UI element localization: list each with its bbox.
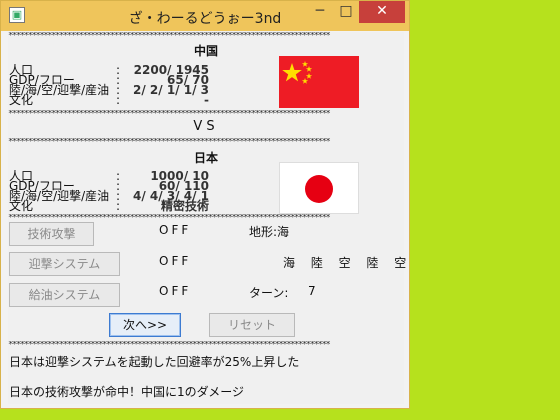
refuel-system-button[interactable]: 給油システム bbox=[9, 283, 120, 307]
game-panel: ****************************************… bbox=[8, 32, 406, 404]
country2-culture-value: 精密技術 bbox=[160, 199, 209, 213]
separator: ****************************************… bbox=[8, 32, 331, 40]
flag-sun-disc bbox=[305, 175, 333, 203]
vs-label: VS bbox=[193, 119, 219, 134]
tech-attack-status: OFF bbox=[159, 223, 192, 237]
intercept-system-button[interactable]: 迎撃システム bbox=[9, 252, 120, 276]
maximize-button[interactable]: □ bbox=[333, 1, 359, 23]
battle-log-line: 日本は迎撃システムを起動した回避率が25%上昇した bbox=[9, 355, 300, 369]
minimize-button[interactable]: ─ bbox=[307, 1, 333, 23]
colon: : bbox=[116, 93, 121, 107]
reset-button[interactable]: リセット bbox=[209, 313, 295, 337]
title-bar[interactable]: ▣ ざ・わーるどうぉー3nd ─ □ ✕ bbox=[1, 1, 409, 31]
japan-flag-icon bbox=[279, 162, 359, 214]
close-button[interactable]: ✕ bbox=[359, 1, 405, 23]
china-flag-icon bbox=[279, 56, 359, 108]
separator: ****************************************… bbox=[8, 214, 331, 222]
terrain-units: 海 陸 空 陸 空 bbox=[283, 256, 413, 270]
country2-label-culture: 文化 bbox=[9, 199, 34, 213]
terrain-label: 地形:海 bbox=[249, 225, 290, 239]
turn-value: 7 bbox=[308, 284, 316, 298]
refuel-system-status: OFF bbox=[159, 284, 192, 298]
turn-label: ターン: bbox=[249, 286, 289, 300]
next-button[interactable]: 次へ>> bbox=[109, 313, 181, 337]
colon: : bbox=[116, 199, 121, 213]
app-window: ▣ ざ・わーるどうぉー3nd ─ □ ✕ *******************… bbox=[0, 0, 410, 409]
separator: ****************************************… bbox=[8, 341, 331, 349]
tech-attack-button[interactable]: 技術攻撃 bbox=[9, 222, 94, 246]
battle-log-line: 日本の技術攻撃が命中！中国に1のダメージ bbox=[9, 385, 245, 399]
country1-label-culture: 文化 bbox=[9, 93, 34, 107]
intercept-system-status: OFF bbox=[159, 254, 192, 268]
separator: ****************************************… bbox=[8, 138, 331, 146]
country1-culture-value: - bbox=[204, 93, 209, 107]
separator: ****************************************… bbox=[8, 110, 331, 118]
country1-military-value: 2/ 2/ 1/ 1/ 3 bbox=[133, 83, 209, 97]
